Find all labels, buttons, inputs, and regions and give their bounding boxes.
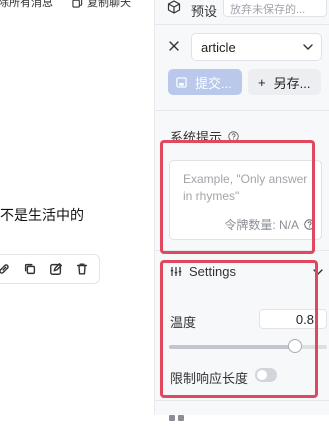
slider-thumb[interactable] bbox=[288, 339, 303, 353]
system-prompt-heading: 系统提示 bbox=[170, 127, 239, 146]
sliders-icon bbox=[170, 267, 182, 276]
save-as-button[interactable]: + 另存... bbox=[248, 69, 321, 95]
divider bbox=[155, 24, 329, 25]
settings-label: Settings bbox=[189, 264, 236, 279]
divider bbox=[155, 250, 329, 251]
save-as-label: 另存... bbox=[273, 75, 311, 91]
temperature-slider[interactable] bbox=[169, 339, 327, 355]
next-section-header bbox=[169, 408, 199, 421]
model-select-value: article bbox=[201, 40, 236, 55]
token-count-label: 令牌数量: N/A bbox=[224, 218, 299, 232]
help-icon[interactable] bbox=[228, 131, 239, 142]
link-icon[interactable] bbox=[0, 262, 11, 276]
settings-section-header[interactable]: Settings bbox=[155, 260, 329, 286]
copy-chat-label: 复制聊天 bbox=[87, 0, 131, 9]
token-count: 令牌数量: N/A bbox=[224, 216, 315, 233]
system-prompt-placeholder: Example, "Only answer in rhymes" bbox=[183, 172, 308, 203]
chevron-down-icon bbox=[313, 269, 323, 275]
chat-toolbar: 除所有消息 复制聊天 bbox=[0, 0, 154, 16]
slider-fill bbox=[169, 345, 296, 349]
model-select[interactable]: article bbox=[191, 33, 322, 61]
toggle-knob bbox=[257, 370, 267, 380]
divider bbox=[155, 110, 329, 111]
clear-messages-button[interactable]: 除所有消息 bbox=[0, 0, 53, 10]
close-icon[interactable] bbox=[169, 41, 179, 51]
submit-label: 提交... bbox=[195, 75, 232, 91]
preset-input[interactable]: 放弃未保存的... bbox=[223, 0, 327, 17]
help-icon[interactable] bbox=[304, 219, 315, 230]
settings-panel: 预设 放弃未保存的... article 提交... + 另存... 系统提示 … bbox=[154, 0, 329, 421]
message-actions bbox=[0, 254, 100, 284]
copy-chat-button[interactable]: 复制聊天 bbox=[72, 0, 131, 10]
system-prompt-label: 系统提示 bbox=[170, 130, 223, 145]
temperature-label: 温度 bbox=[170, 315, 197, 330]
delete-icon[interactable] bbox=[75, 262, 89, 276]
max-length-label: 限制响应长度 bbox=[170, 371, 249, 386]
preset-actions: 提交... + 另存... bbox=[155, 69, 329, 95]
preset-row: 预设 放弃未保存的... bbox=[155, 0, 329, 22]
max-length-toggle[interactable] bbox=[255, 368, 277, 382]
model-row: article bbox=[155, 33, 329, 61]
copy-icon bbox=[72, 0, 83, 8]
chevron-down-icon bbox=[303, 44, 313, 50]
copy-message-icon[interactable] bbox=[23, 262, 37, 276]
preset-label: 预设 bbox=[191, 4, 218, 19]
save-icon bbox=[176, 76, 187, 88]
assistant-message-text: 不是生活中的 bbox=[0, 207, 84, 223]
clear-messages-label: 除所有消息 bbox=[0, 0, 53, 9]
cube-icon bbox=[167, 0, 181, 14]
temperature-input[interactable]: 0.8 bbox=[259, 309, 327, 329]
submit-button[interactable]: 提交... bbox=[168, 69, 242, 95]
plus-icon: + bbox=[258, 74, 266, 90]
edit-icon[interactable] bbox=[49, 262, 63, 276]
chat-area: 除所有消息 复制聊天 不是生活中的 bbox=[0, 0, 154, 415]
system-prompt-textarea[interactable]: Example, "Only answer in rhymes" 令牌数量: N… bbox=[169, 160, 322, 240]
divider bbox=[155, 400, 329, 401]
